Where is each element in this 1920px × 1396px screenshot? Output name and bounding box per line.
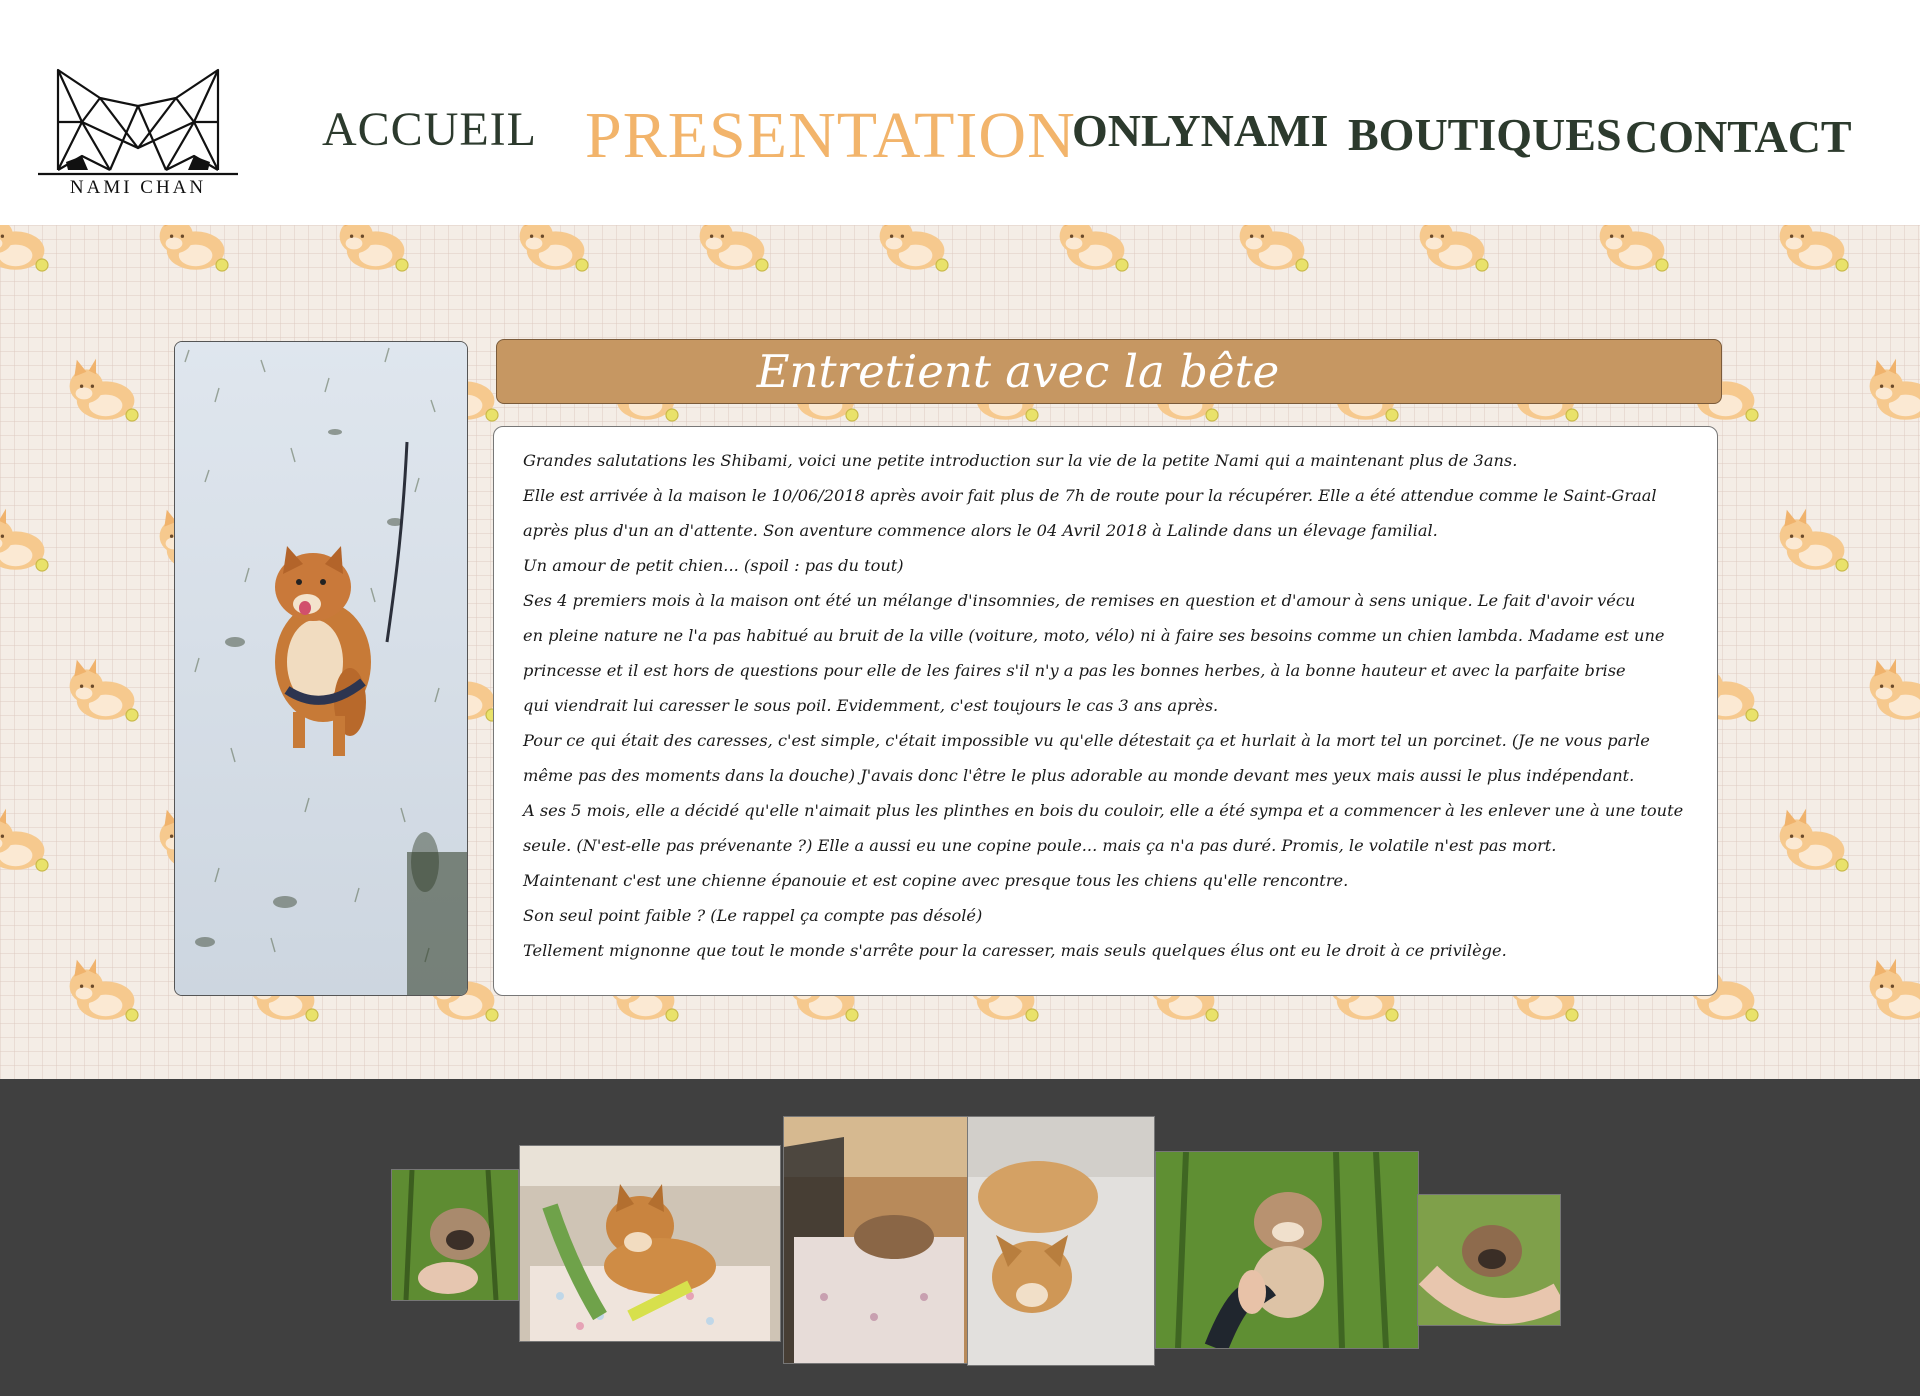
- shiba-doodle-icon: [0, 225, 49, 272]
- shiba-doodle-icon: [69, 958, 139, 1022]
- shiba-doodle-icon: [519, 225, 589, 272]
- shiba-doodle-icon: [0, 508, 49, 572]
- shiba-doodle-icon: [69, 358, 139, 422]
- shiba-doodle-icon: [1869, 358, 1920, 420]
- article-text-line: en pleine nature ne l'a pas habitué au b…: [523, 626, 1665, 645]
- article-text-line: princesse et il est hors de questions po…: [523, 661, 1626, 680]
- dog-in-snow-image: [175, 342, 467, 995]
- article-text-line: après plus d'un an d'attente. Son aventu…: [523, 521, 1438, 540]
- article-text-line: Grandes salutations les Shibami, voici u…: [523, 451, 1518, 470]
- shiba-doodle-icon: [699, 225, 769, 272]
- article-text-line: même pas des moments dans la douche) J'a…: [523, 766, 1635, 785]
- site-logo[interactable]: NAMI CHAN: [38, 66, 238, 202]
- puppy-sleeping-image: [784, 1117, 968, 1363]
- article-text-line: Maintenant c'est une chienne épanouie et…: [523, 871, 1349, 890]
- article-text-line: Tellement mignonne que tout le monde s'a…: [523, 941, 1507, 960]
- shiba-doodle-icon: [1599, 225, 1669, 272]
- shiba-doodle-icon: [1419, 225, 1489, 272]
- shiba-doodle-icon: [339, 225, 409, 272]
- site-header: NAMI CHAN ACCUEIL PRESENTATION ONLYNAMI …: [0, 0, 1920, 225]
- shiba-doodle-icon: [1779, 808, 1849, 872]
- article-text-line: qui viendrait lui caresser le sous poil.…: [523, 696, 1219, 715]
- shiba-doodle-icon: [159, 225, 229, 272]
- puppy-on-floor-image: [968, 1117, 1154, 1365]
- shiba-doodle-icon: [1059, 225, 1129, 272]
- gallery-photo-puppy-bed[interactable]: [519, 1145, 781, 1342]
- puppy-bamboo-held-image: [1156, 1152, 1418, 1348]
- nav-accueil[interactable]: ACCUEIL: [322, 102, 537, 157]
- logo-text: NAMI CHAN: [69, 177, 207, 198]
- puppy-held-image: [1418, 1195, 1560, 1325]
- article-title-bar: Entretient avec la bête: [496, 339, 1722, 404]
- cat-face-logo-icon: [38, 68, 238, 176]
- shiba-doodle-icon: [1779, 508, 1849, 572]
- shiba-doodle-icon: [0, 808, 49, 872]
- nav-onlynami[interactable]: ONLYNAMI: [1072, 104, 1328, 157]
- article-text-line: Son seul point faible ? (Le rappel ça co…: [523, 906, 983, 925]
- shiba-doodle-icon: [1869, 658, 1920, 720]
- article-text-line: A ses 5 mois, elle a décidé qu'elle n'ai…: [523, 801, 1684, 820]
- shiba-doodle-icon: [1869, 958, 1920, 1020]
- shiba-doodle-icon: [879, 225, 949, 272]
- shiba-doodle-icon: [1779, 225, 1849, 272]
- nav-contact[interactable]: CONTACT: [1625, 110, 1852, 163]
- dog-snow-photo: [174, 341, 468, 996]
- photo-gallery-footer: [0, 1079, 1920, 1396]
- gallery-photo-puppy-sleeping[interactable]: [783, 1116, 969, 1364]
- gallery-photo-puppy-bamboo-2[interactable]: [1155, 1151, 1419, 1349]
- shiba-doodle-icon: [1239, 225, 1309, 272]
- nav-presentation[interactable]: PRESENTATION: [585, 98, 1076, 174]
- nav-boutiques[interactable]: BOUTIQUES: [1348, 108, 1622, 161]
- article-title: Entretient avec la bête: [756, 345, 1280, 398]
- puppy-on-bed-image: [520, 1146, 780, 1341]
- article-text-line: Un amour de petit chien... (spoil : pas …: [523, 556, 904, 575]
- article-text-box: Grandes salutations les Shibami, voici u…: [493, 426, 1718, 996]
- article-text-line: seule. (N'est-elle pas prévenante ?) Ell…: [523, 836, 1557, 855]
- article-text-line: Elle est arrivée à la maison le 10/06/20…: [523, 486, 1657, 505]
- shiba-doodle-icon: [69, 658, 139, 722]
- puppy-bamboo-image: [392, 1170, 518, 1300]
- article-text-line: Ses 4 premiers mois à la maison ont été …: [523, 591, 1636, 610]
- gallery-photo-puppy-held[interactable]: [1417, 1194, 1561, 1326]
- article-text-line: Pour ce qui était des caresses, c'est si…: [523, 731, 1650, 750]
- gallery-photo-puppy-floor[interactable]: [967, 1116, 1155, 1366]
- gallery-photo-puppy-bamboo-1[interactable]: [391, 1169, 519, 1301]
